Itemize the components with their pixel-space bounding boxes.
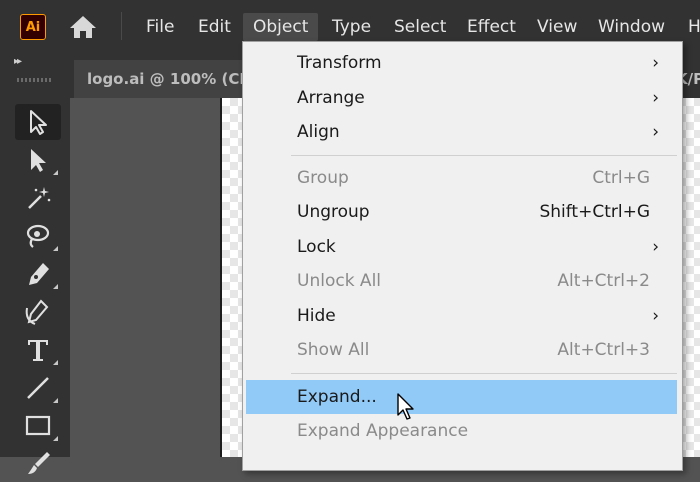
magic-wand-tool[interactable] xyxy=(15,180,61,216)
rectangle-tool[interactable] xyxy=(15,408,61,444)
pen-tool[interactable] xyxy=(15,256,61,292)
selection-tool[interactable] xyxy=(15,104,61,140)
direct-selection-tool-icon xyxy=(31,149,46,172)
menu-item-group[interactable]: Group Ctrl+G xyxy=(246,161,677,195)
tool-group-indicator xyxy=(53,436,58,441)
lasso-tool[interactable] xyxy=(15,218,61,254)
menu-item-label: Expand... xyxy=(297,387,377,407)
tool-group-indicator xyxy=(53,284,58,289)
rectangle-tool-icon xyxy=(25,415,51,436)
submenu-arrow-icon: › xyxy=(652,306,659,326)
menu-item-shortcut: Alt+Ctrl+3 xyxy=(557,340,650,360)
menu-item-label: Group xyxy=(297,168,349,188)
menu-item-label: Arrange xyxy=(297,88,365,108)
type-tool[interactable] xyxy=(15,332,61,368)
menu-item-hide[interactable]: Hide › xyxy=(246,299,677,333)
menu-item-show-all[interactable]: Show All Alt+Ctrl+3 xyxy=(246,333,677,367)
menu-item-label: Hide xyxy=(297,306,336,326)
menu-separator xyxy=(291,373,677,374)
selection-tool-icon xyxy=(30,110,47,135)
home-icon[interactable] xyxy=(68,14,98,40)
lasso-tool-icon xyxy=(26,224,50,248)
menu-item-shortcut: Alt+Ctrl+2 xyxy=(557,271,650,291)
menu-window[interactable]: Window xyxy=(588,13,675,41)
menu-item-label: Unlock All xyxy=(297,271,382,291)
menu-separator xyxy=(291,155,677,156)
pen-tool-icon xyxy=(29,263,49,285)
object-menu-dropdown: Transform › Arrange › Align › Group Ctrl… xyxy=(242,41,683,471)
tool-group-indicator xyxy=(53,360,58,365)
menu-item-label: Expand Appearance xyxy=(297,421,469,441)
tool-group-indicator xyxy=(53,398,58,403)
type-tool-icon xyxy=(28,340,48,361)
collapse-panel-icon[interactable]: ▸▸ xyxy=(14,56,22,67)
menu-item-label: Align xyxy=(297,122,340,142)
submenu-arrow-icon: › xyxy=(652,88,659,108)
menu-bar-divider xyxy=(121,12,122,40)
menu-object[interactable]: Object xyxy=(243,13,319,41)
line-segment-tool[interactable] xyxy=(15,370,61,406)
menu-file[interactable]: File xyxy=(136,13,184,41)
menu-select[interactable]: Select xyxy=(384,13,456,41)
menu-item-transform[interactable]: Transform › xyxy=(246,46,677,80)
paintbrush-tool[interactable] xyxy=(15,446,61,482)
menu-view[interactable]: View xyxy=(527,13,587,41)
menu-type[interactable]: Type xyxy=(322,13,381,41)
submenu-arrow-icon: › xyxy=(652,122,659,142)
tool-group-indicator xyxy=(53,246,58,251)
menu-item-shortcut: Ctrl+G xyxy=(592,168,650,188)
menu-item-align[interactable]: Align › xyxy=(246,115,677,149)
menu-item-lock[interactable]: Lock › xyxy=(246,230,677,264)
magic-wand-tool-icon xyxy=(28,187,51,209)
menu-edit[interactable]: Edit xyxy=(188,13,241,41)
submenu-arrow-icon: › xyxy=(652,237,659,257)
menu-item-shortcut: Shift+Ctrl+G xyxy=(539,202,650,222)
panel-grip[interactable] xyxy=(17,78,51,82)
submenu-arrow-icon: › xyxy=(652,53,659,73)
menu-item-arrange[interactable]: Arrange › xyxy=(246,81,677,115)
paintbrush-tool-icon xyxy=(28,452,50,474)
menu-item-unlock-all[interactable]: Unlock All Alt+Ctrl+2 xyxy=(246,264,677,298)
menu-effect[interactable]: Effect xyxy=(457,13,526,41)
mouse-cursor-icon xyxy=(396,392,418,426)
menu-item-label: Ungroup xyxy=(297,202,370,222)
curvature-tool-icon xyxy=(25,299,49,325)
tools-panel: ▸▸ xyxy=(0,52,70,474)
menu-help[interactable]: H xyxy=(678,13,700,41)
direct-selection-tool[interactable] xyxy=(15,142,61,178)
tool-group-indicator xyxy=(53,170,58,175)
menu-item-label: Show All xyxy=(297,340,370,360)
line-segment-tool-icon xyxy=(27,377,49,399)
menu-item-expand-appearance[interactable]: Expand Appearance xyxy=(246,414,677,448)
illustrator-logo: Ai xyxy=(20,14,46,40)
menu-item-expand[interactable]: Expand... xyxy=(246,380,677,414)
menu-item-ungroup[interactable]: Ungroup Shift+Ctrl+G xyxy=(246,195,677,229)
menu-item-label: Transform xyxy=(297,53,382,73)
menu-item-label: Lock xyxy=(297,237,336,257)
curvature-tool[interactable] xyxy=(15,294,61,330)
